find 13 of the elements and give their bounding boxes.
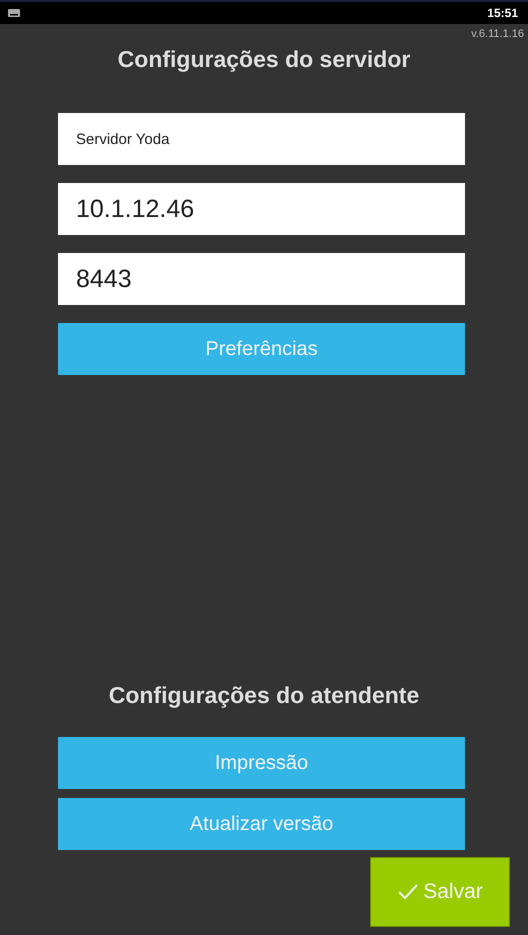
version-label: v.6.11.1.16 bbox=[471, 28, 524, 40]
section-title: Configurações do servidor bbox=[116, 46, 412, 73]
keyboard-icon bbox=[8, 9, 20, 17]
text-field[interactable]: 10.1.12.46 bbox=[58, 183, 465, 235]
status-time: 15:51 bbox=[487, 6, 518, 20]
check-icon bbox=[397, 883, 420, 901]
save-button[interactable]: Salvar bbox=[370, 857, 510, 927]
menu-button[interactable]: Atualizar versão bbox=[58, 798, 465, 850]
menu-button[interactable]: Impressão bbox=[58, 737, 465, 789]
text-field[interactable]: 8443 bbox=[58, 253, 465, 305]
text-field[interactable]: Servidor Yoda bbox=[58, 113, 465, 165]
section-title: Configurações do atendente bbox=[108, 682, 420, 709]
preferences-button[interactable]: Preferências bbox=[58, 323, 465, 375]
